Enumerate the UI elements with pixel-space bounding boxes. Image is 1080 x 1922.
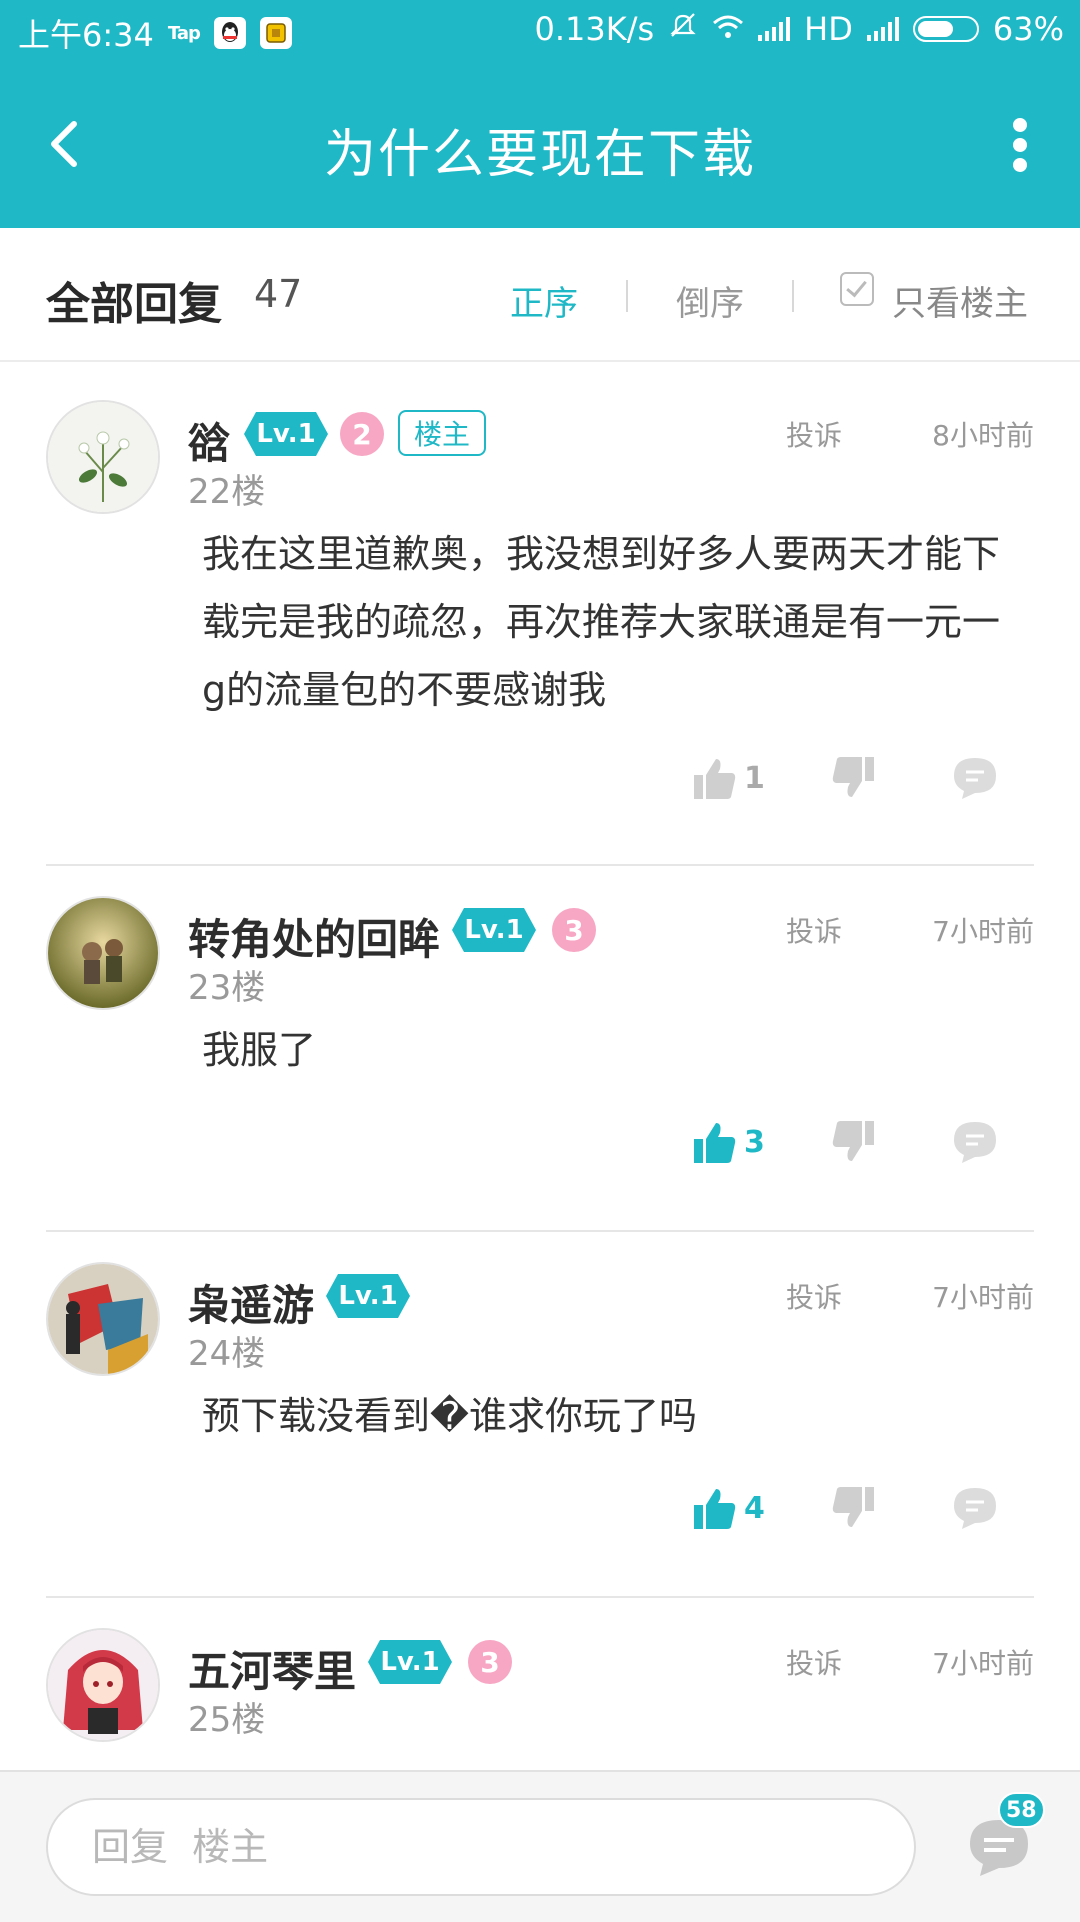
post-time: 7小时前 — [932, 1281, 1034, 1314]
dislike-button[interactable] — [830, 1112, 876, 1172]
post-time: 8小时前 — [932, 419, 1034, 452]
username[interactable]: 五河琴里 — [188, 1638, 356, 1699]
username[interactable]: 谽 — [188, 410, 230, 471]
avatar[interactable] — [46, 1262, 160, 1376]
medal-badge: 3 — [468, 1640, 512, 1684]
comment-button[interactable] — [952, 748, 998, 808]
divider — [792, 280, 794, 312]
sort-desc-tab[interactable]: 倒序 — [676, 276, 744, 325]
thumbs-down-icon — [832, 1121, 874, 1161]
signal-icon — [758, 17, 791, 41]
avatar[interactable] — [46, 896, 160, 1010]
all-replies-title: 全部回复 — [46, 279, 222, 330]
like-button[interactable]: 1 — [692, 748, 765, 808]
like-count: 3 — [744, 1124, 765, 1160]
wifi-icon — [712, 10, 744, 48]
status-bar: 上午6:34 Tap 0.13K/s HD 63% — [0, 0, 1080, 60]
post-time: 7小时前 — [932, 1647, 1034, 1680]
comment-button[interactable] — [952, 1478, 998, 1538]
battery-icon — [912, 16, 979, 42]
qq-icon — [213, 17, 246, 49]
comment-button[interactable] — [952, 1112, 998, 1172]
like-count: 4 — [744, 1490, 765, 1526]
reply-input[interactable] — [46, 1798, 916, 1896]
chip-icon — [259, 17, 292, 49]
like-button[interactable]: 4 — [692, 1478, 765, 1538]
anime-avatar-image — [48, 1630, 158, 1740]
bottom-reply-bar: 58 — [0, 1770, 1080, 1922]
signal-icon-2 — [866, 17, 899, 41]
level-badge: Lv.1 — [452, 908, 536, 952]
floor-number: 25楼 — [188, 1700, 266, 1740]
sort-asc-tab[interactable]: 正序 — [510, 276, 578, 325]
clock: 上午6:34 — [18, 16, 154, 54]
more-dots-icon — [1013, 118, 1027, 132]
like-count: 1 — [744, 760, 765, 796]
report-link[interactable]: 投诉 — [786, 1642, 842, 1682]
dislike-button[interactable] — [830, 1478, 876, 1538]
level-badge: Lv.1 — [244, 412, 328, 456]
thumbs-up-icon — [694, 1489, 736, 1529]
floor-number: 22楼 — [188, 472, 266, 512]
level-badge: Lv.1 — [368, 1640, 452, 1684]
owner-tag: 楼主 — [398, 410, 487, 456]
floor-number: 23楼 — [188, 968, 266, 1008]
thumbs-up-icon — [694, 1123, 736, 1163]
reply-item: 转角处的回眸 Lv.1 3 23楼 投诉 7小时前 我服了 3 — [0, 866, 1080, 1230]
floor-number: 24楼 — [188, 1334, 266, 1374]
hd-label: HD — [804, 10, 853, 48]
page-title: 为什么要现在下载 — [323, 125, 756, 185]
reply-item: 谽 Lv.1 2 楼主 22楼 投诉 8小时前 我在这里道歉奥，我没想到好多人要… — [0, 370, 1080, 864]
reply-content: 我在这里道歉奥，我没想到好多人要两天才能下载完是我的疏忽，再次推荐大家联通是有一… — [202, 532, 1001, 712]
thumbs-down-icon — [832, 1487, 874, 1527]
username[interactable]: 枭遥游 — [188, 1272, 314, 1333]
reply-content: 预下载没看到�谁求你玩了吗 — [202, 1394, 697, 1438]
battery-percent: 63% — [992, 10, 1064, 48]
thumbs-up-icon — [694, 759, 736, 799]
report-link[interactable]: 投诉 — [786, 414, 842, 454]
thumbs-down-icon — [832, 757, 874, 797]
dislike-button[interactable] — [830, 748, 876, 808]
comment-bubble-icon — [954, 1122, 996, 1163]
medal-badge: 3 — [552, 908, 596, 952]
medal-badge: 2 — [340, 412, 384, 456]
reply-count: 47 — [254, 272, 303, 316]
graffiti-avatar-image — [48, 1264, 158, 1374]
comment-count-badge: 58 — [998, 1792, 1045, 1828]
mute-bell-icon — [668, 10, 698, 48]
tap-label: Tap — [167, 22, 201, 44]
username[interactable]: 转角处的回眸 — [188, 906, 440, 967]
report-link[interactable]: 投诉 — [786, 1276, 842, 1316]
only-owner-label[interactable]: 只看楼主 — [892, 276, 1028, 325]
divider — [626, 280, 628, 312]
photo-avatar-image — [48, 898, 158, 1008]
reply-header: 全部回复 47 正序 倒序 只看楼主 — [0, 228, 1080, 362]
flower-avatar-image — [48, 402, 158, 512]
comment-bubble-icon — [954, 1488, 996, 1529]
more-menu-button[interactable] — [1008, 112, 1032, 176]
report-link[interactable]: 投诉 — [786, 910, 842, 950]
comment-bubble-icon — [954, 758, 996, 799]
reply-content: 我服了 — [202, 1028, 317, 1072]
app-bar: 为什么要现在下载 — [0, 60, 1080, 228]
post-time: 7小时前 — [932, 915, 1034, 948]
reply-item: 枭遥游 Lv.1 24楼 投诉 7小时前 预下载没看到�谁求你玩了吗 4 — [0, 1232, 1080, 1596]
avatar[interactable] — [46, 1628, 160, 1742]
reply-item: 五河琴里 Lv.1 3 25楼 投诉 7小时前 — [0, 1598, 1080, 1770]
level-badge: Lv.1 — [326, 1274, 410, 1318]
net-speed: 0.13K/s — [534, 10, 655, 48]
like-button[interactable]: 3 — [692, 1112, 765, 1172]
only-owner-checkbox[interactable] — [840, 272, 874, 306]
avatar[interactable] — [46, 400, 160, 514]
